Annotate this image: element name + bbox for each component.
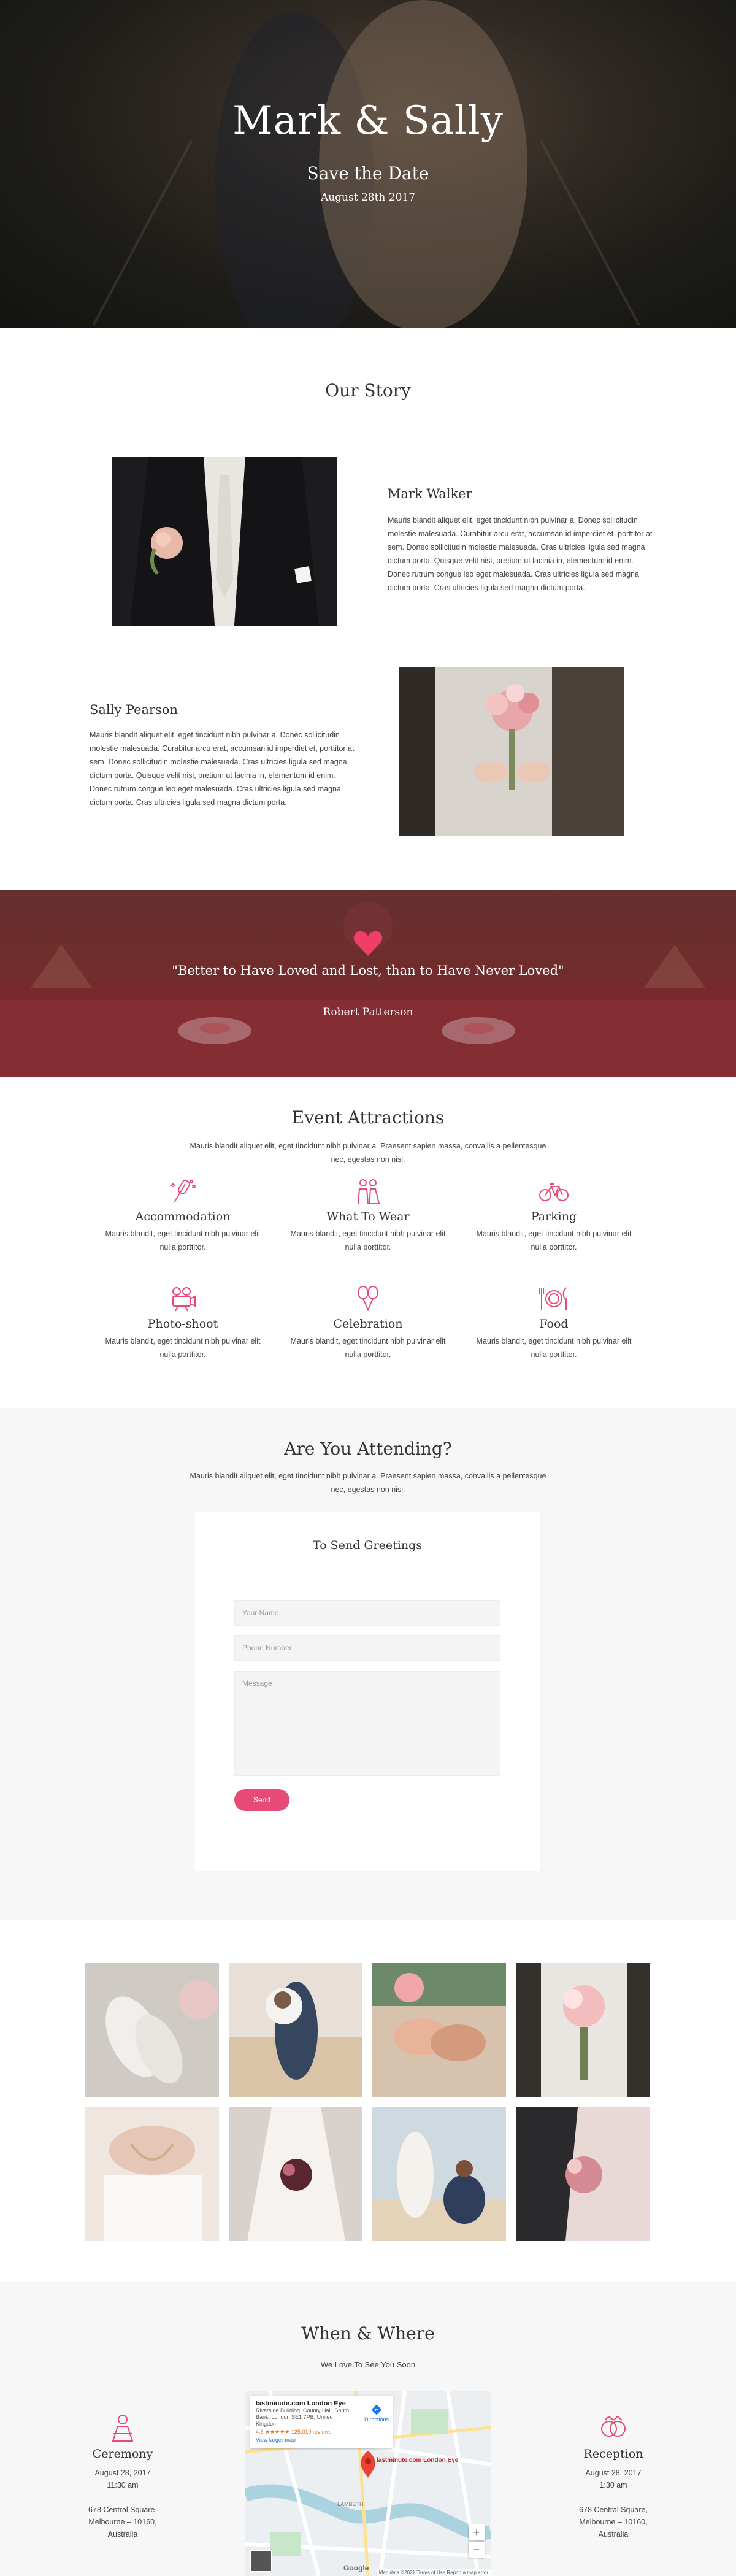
ceremony-time: 11:30 am (107, 2481, 139, 2489)
attraction-title: What To Wear (326, 1210, 410, 1223)
attraction-desc: Mauris blandit, eget tincidunt nibh pulv… (290, 1229, 446, 1251)
section-intro: Mauris blandit aliquet elit, eget tincid… (190, 1142, 546, 1164)
quote-author: Robert Patterson (323, 1006, 413, 1018)
gallery-photo-bouquet[interactable] (516, 1963, 650, 2097)
form-title: To Send Greetings (313, 1539, 422, 1552)
champagne-icon (171, 1179, 196, 1203)
send-button[interactable]: Send (234, 1789, 289, 1811)
greetings-form: To Send Greetings Send (195, 1512, 540, 1871)
section-heading: Our Story (325, 380, 411, 401)
quote-section: "Better to Have Loved and Lost, than to … (0, 890, 736, 1077)
hero-date: August 28th 2017 (320, 191, 416, 204)
rings-icon (601, 2415, 626, 2437)
attraction-desc: Mauris blandit, eget tincidunt nibh pulv… (476, 1229, 632, 1251)
reception-address-line3: Australia (598, 2530, 629, 2539)
gallery-photo-bride-dress[interactable] (229, 2107, 362, 2241)
section-intro: Mauris blandit aliquet elit, eget tincid… (190, 1472, 546, 1494)
hero-section: Mark & Sally Save the Date August 28th 2… (0, 0, 736, 328)
map-place-rating: 4.5 ★★★★★ 125,019 reviews (256, 2429, 332, 2435)
gallery-photo-proposal[interactable] (372, 2107, 506, 2241)
heart-icon (353, 931, 383, 956)
hero-subtitle: Save the Date (307, 163, 429, 183)
hero-title: Mark & Sally (232, 98, 504, 144)
gallery-photo-rings[interactable] (372, 1963, 506, 2097)
camera-icon (172, 1287, 196, 1312)
section-heading: Are You Attending? (284, 1439, 452, 1459)
balloons-icon (358, 1286, 378, 1312)
message-input[interactable] (234, 1671, 500, 1776)
quote-overlay (0, 890, 736, 1077)
attraction-title: Parking (531, 1210, 577, 1223)
when-where-section: When & Where We Love To See You Soon Cer… (0, 2282, 736, 2576)
attraction-food: Food Mauris blandit, eget tincidunt nibh… (471, 1285, 637, 1361)
quote-text: "Better to Have Loved and Lost, than to … (172, 963, 564, 978)
bride-name: Sally Pearson (90, 702, 178, 717)
attraction-desc: Mauris blandit, eget tincidunt nibh pulv… (476, 1337, 632, 1359)
bride-photo (399, 667, 624, 836)
ceremony-address-line3: Australia (107, 2530, 138, 2539)
zoom-in-button[interactable]: + (469, 2524, 485, 2540)
gallery-photo-couple-beach[interactable] (229, 1963, 362, 2097)
gallery-photo-shoes[interactable] (85, 1963, 219, 2097)
directions-button[interactable]: Directions (364, 2404, 389, 2423)
rsvp-section: Are You Attending? Mauris blandit alique… (0, 1408, 736, 1920)
ceremony-venue: Ceremony August 28, 2017 11:30 am 678 Ce… (67, 2414, 178, 2540)
map-brand: Google (343, 2564, 369, 2572)
reception-date: August 28, 2017 (585, 2469, 642, 2477)
our-story-section: Our Story Mark Walker Mauris blandit ali… (0, 328, 736, 890)
attraction-desc: Mauris blandit, eget tincidunt nibh pulv… (105, 1229, 261, 1251)
attraction-desc: Mauris blandit, eget tincidunt nibh pulv… (105, 1337, 261, 1359)
bicycle-icon (539, 1183, 569, 1201)
section-tagline: We Love To See You Soon (320, 2360, 416, 2369)
attraction-parking: Parking Mauris blandit, eget tincidunt n… (471, 1178, 637, 1254)
plate-icon (539, 1287, 567, 1310)
reception-address-line2: Melbourne – 10160, (579, 2518, 648, 2526)
attraction-title: Food (539, 1317, 569, 1331)
map-district-label: LAMBETH (337, 2501, 364, 2507)
directions-label: Directions (364, 2416, 389, 2423)
attraction-accommodation: Accommodation Mauris blandit, eget tinci… (100, 1178, 266, 1254)
directions-icon (371, 2404, 382, 2415)
map-place-card: lastminute.com London Eye Riverside Buil… (250, 2396, 393, 2448)
attraction-title: Accommodation (135, 1210, 231, 1223)
attraction-desc: Mauris blandit, eget tincidunt nibh pulv… (290, 1337, 446, 1359)
groom-photo (112, 457, 337, 626)
name-input[interactable] (234, 1600, 500, 1626)
groom-name: Mark Walker (388, 486, 472, 501)
gallery-photo-bride-groom-hands[interactable] (516, 2107, 650, 2241)
attraction-celebration: Celebration Mauris blandit, eget tincidu… (285, 1285, 451, 1361)
attraction-what-to-wear: What To Wear Mauris blandit, eget tincid… (285, 1178, 451, 1254)
ceremony-title: Ceremony (92, 2447, 153, 2461)
map-satellite-toggle[interactable] (250, 2550, 272, 2572)
venue-map[interactable]: lastminute.com London Eye LAMBETH lastmi… (245, 2391, 491, 2576)
map-footer[interactable]: Map data ©2021 Terms of Use Report a map… (376, 2569, 491, 2576)
zoom-out-button[interactable]: − (469, 2542, 485, 2558)
reception-title: Reception (583, 2447, 643, 2461)
ceremony-date: August 28, 2017 (94, 2469, 151, 2477)
ceremony-address-line1: 678 Central Square, (88, 2505, 157, 2514)
phone-input[interactable] (234, 1635, 500, 1661)
groom-bio: Mauris blandit aliquet elit, eget tincid… (388, 516, 653, 592)
section-heading: Event Attractions (291, 1107, 445, 1128)
view-larger-map-link[interactable]: View larger map (256, 2437, 387, 2443)
map-pin-label: lastminute.com London Eye (377, 2457, 459, 2464)
ceremony-address-line2: Melbourne – 10160, (88, 2518, 157, 2526)
couple-icon (358, 1179, 380, 1204)
attraction-photo-shoot: Photo-shoot Mauris blandit, eget tincidu… (100, 1285, 266, 1361)
event-attractions-section: Event Attractions Mauris blandit aliquet… (0, 1077, 736, 1408)
gallery-section (0, 1920, 736, 2282)
bride-bio: Mauris blandit aliquet elit, eget tincid… (90, 731, 355, 807)
attraction-title: Photo-shoot (147, 1317, 218, 1331)
reception-venue: Reception August 28, 2017 1:30 am 678 Ce… (558, 2414, 669, 2540)
bride-icon (112, 2415, 134, 2442)
reception-time: 1:30 am (599, 2481, 627, 2489)
section-heading: When & Where (301, 2323, 435, 2343)
reception-address-line1: 678 Central Square, (579, 2505, 648, 2514)
gallery-photo-bride-necklace[interactable] (85, 2107, 219, 2241)
attraction-title: Celebration (333, 1317, 403, 1331)
